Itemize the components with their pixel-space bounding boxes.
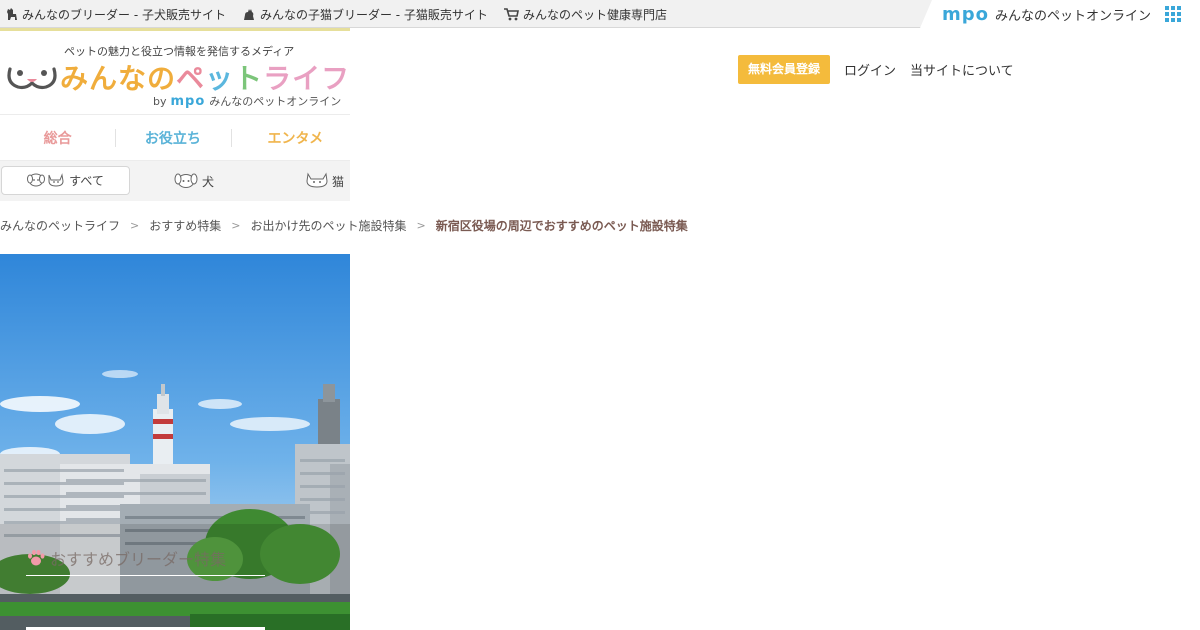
logo-by-name: みんなのペットオンライン — [209, 95, 342, 108]
pet-health-shop-link-label: みんなのペット健康専門店 — [522, 7, 667, 22]
site-logo[interactable]: ペットの魅力と役立つ情報を発信するメディア みんなのペットライフ by mpo … — [0, 31, 350, 115]
breadcrumb-separator: > — [130, 219, 140, 232]
pet-health-shop-link[interactable]: みんなのペット健康専門店 — [503, 6, 667, 23]
pet-filter-cat[interactable]: 猫 — [306, 172, 344, 191]
tab-entertainment[interactable]: エンタメ — [230, 128, 350, 148]
breadcrumb-separator: > — [231, 219, 241, 232]
hero-photo — [0, 254, 350, 630]
site-logo-text: みんなのペットライフ — [60, 62, 351, 95]
logo-by-line: by mpo みんなのペットオンライン — [153, 93, 341, 109]
cat-face-icon — [306, 172, 328, 191]
hero-image[interactable]: おすすめブリーダー特集 — [0, 254, 350, 630]
hero-caption-label: おすすめブリーダー特集 — [50, 550, 227, 569]
category-nav: 総合 お役立ち エンタメ — [0, 115, 350, 161]
mpo-brand-link[interactable]: mpo みんなのペットオンライン — [920, 0, 1200, 28]
pet-filter-dog[interactable]: 犬 — [174, 172, 214, 191]
login-link[interactable]: ログイン — [844, 60, 896, 79]
breeder-cat-link-label: みんなの子猫ブリーダー - 子猫販売サイト — [259, 7, 488, 22]
dog-icon — [6, 7, 18, 21]
dog-face-icon — [174, 172, 198, 191]
logo-face-icon — [6, 61, 58, 97]
breadcrumb: みんなのペットライフ > おすすめ特集 > お出かけ先のペット施設特集 > 新宿… — [0, 217, 688, 234]
logo-by-mpo: mpo — [170, 93, 206, 109]
pet-filter-all-label: すべて — [69, 174, 104, 188]
pet-filter: すべて 犬 猫 — [0, 161, 350, 201]
tab-general[interactable]: 総合 — [0, 128, 115, 148]
cat-icon — [242, 7, 256, 21]
about-link[interactable]: 当サイトについて — [910, 60, 1014, 79]
breadcrumb-separator: > — [416, 219, 426, 232]
pet-filter-all[interactable]: すべて — [1, 166, 130, 195]
hero-caption: おすすめブリーダー特集 — [26, 546, 226, 570]
breadcrumb-item-outing-facilities[interactable]: お出かけ先のペット施設特集 — [250, 217, 406, 234]
top-utility-bar: みんなのブリーダー - 子犬販売サイト みんなの子猫ブリーダー - 子猫販売サイ… — [0, 0, 1200, 28]
breeder-cat-link[interactable]: みんなの子猫ブリーダー - 子猫販売サイト — [242, 6, 488, 23]
pet-filter-dog-label: 犬 — [202, 175, 215, 189]
breeder-dog-link-label: みんなのブリーダー - 子犬販売サイト — [22, 7, 226, 22]
paw-icon — [26, 548, 46, 568]
header-nav: 無料会員登録 ログイン 当サイトについて — [738, 55, 1014, 84]
breadcrumb-item-features[interactable]: おすすめ特集 — [149, 217, 221, 234]
mpo-brand-name: みんなのペットオンライン — [995, 8, 1152, 24]
logo-by-prefix: by — [153, 94, 167, 108]
breeder-dog-link[interactable]: みんなのブリーダー - 子犬販売サイト — [6, 6, 226, 23]
tab-useful[interactable]: お役立ち — [115, 128, 230, 148]
register-button[interactable]: 無料会員登録 — [738, 55, 831, 84]
external-links: みんなのブリーダー - 子犬販売サイト みんなの子猫ブリーダー - 子猫販売サイ… — [6, 0, 667, 28]
pet-filter-cat-label: 猫 — [332, 175, 345, 189]
hero-caption-rule — [26, 575, 265, 576]
breadcrumb-item-home[interactable]: みんなのペットライフ — [0, 217, 120, 234]
mpo-logo: mpo — [942, 3, 990, 25]
cart-icon — [503, 7, 519, 21]
dog-cat-icon — [27, 171, 65, 190]
grid-menu-icon[interactable] — [1165, 6, 1182, 22]
breadcrumb-current: 新宿区役場の周辺でおすすめのペット施設特集 — [435, 219, 688, 233]
